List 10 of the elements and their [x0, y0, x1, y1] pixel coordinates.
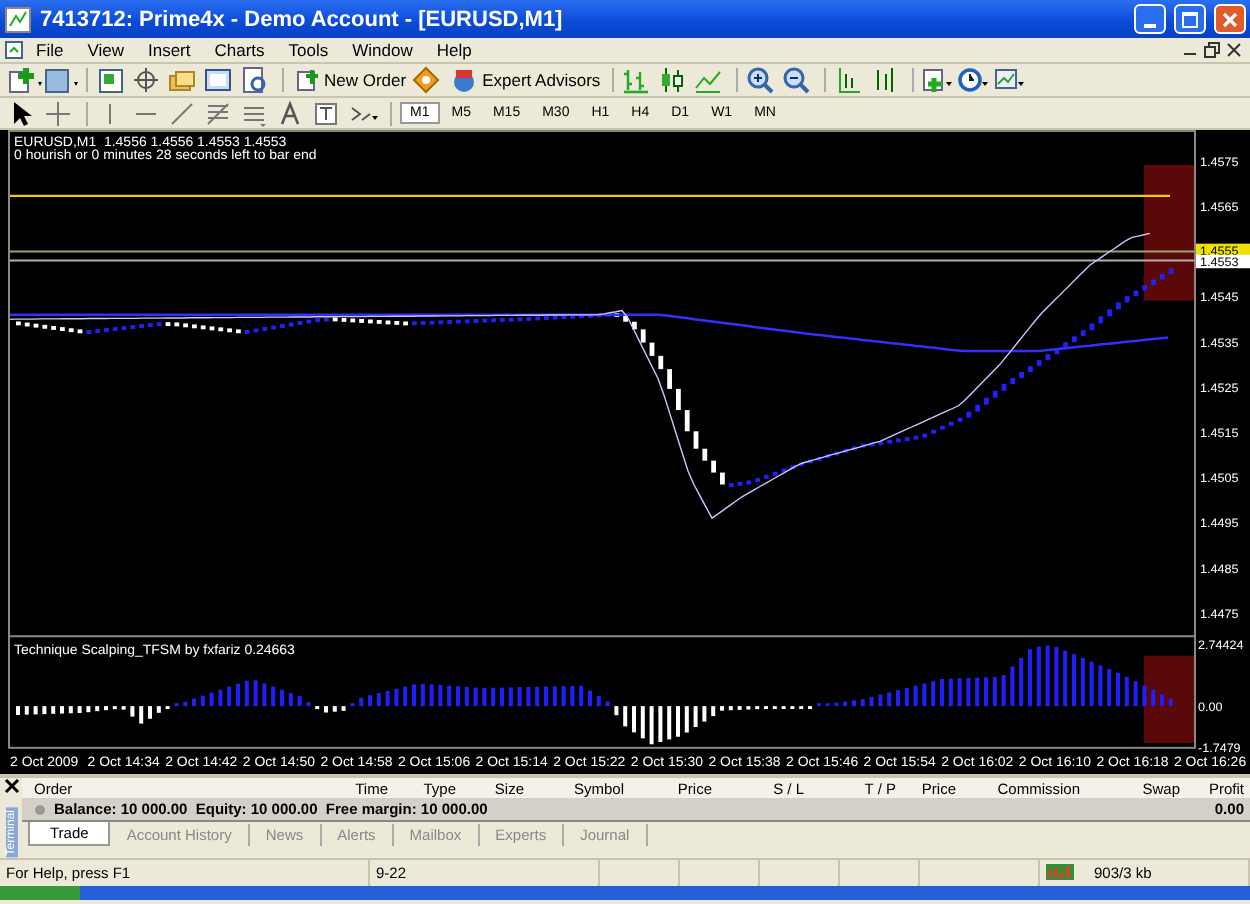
- menu-item[interactable]: Charts: [202, 40, 277, 60]
- menu-item[interactable]: View: [75, 40, 136, 60]
- menu-item[interactable]: Window: [340, 40, 425, 60]
- menu-item[interactable]: File: [24, 40, 76, 60]
- menu-item[interactable]: Insert: [135, 40, 203, 60]
- window-title: 7413712: Prime4x - Demo Account - [EURUSD,M1]: [40, 7, 565, 31]
- menu-item[interactable]: Help: [424, 40, 484, 60]
- menu-item[interactable]: Tools: [276, 40, 341, 60]
- expert-advisors-button[interactable]: Expert Advisors: [448, 68, 605, 92]
- new-order-button[interactable]: New Order: [292, 68, 411, 92]
